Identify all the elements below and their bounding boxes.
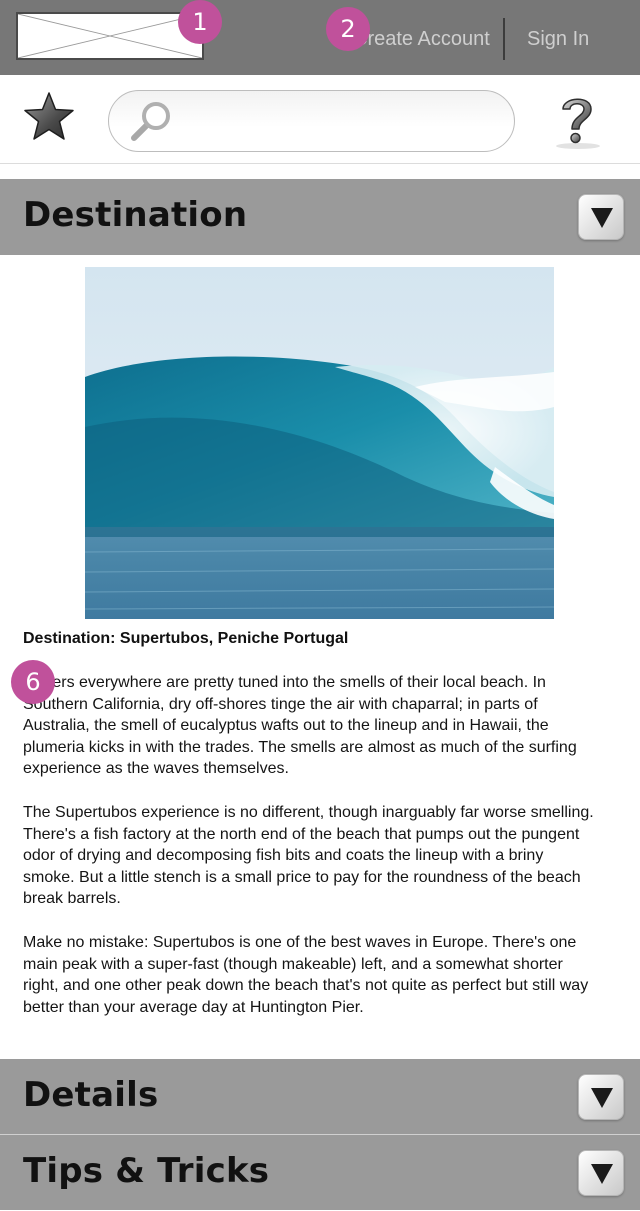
search-field[interactable]	[108, 90, 515, 152]
article-paragraph-3: Make no mistake: Supertubos is one of th…	[23, 934, 589, 1016]
destination-section-header[interactable]: Destination	[0, 179, 640, 255]
destination-toggle-triangle-down-icon[interactable]	[578, 194, 624, 240]
article-paragraph-1: Surfers everywhere are pretty tuned into…	[23, 674, 577, 778]
favorite-star-icon[interactable]	[22, 90, 76, 144]
search-magnifier-icon	[131, 102, 170, 141]
annotation-badge-2: 2	[326, 7, 370, 51]
help-question-mark-icon[interactable]	[546, 89, 606, 151]
destination-section-title: Destination	[23, 195, 248, 235]
details-section-header[interactable]: Details	[0, 1058, 640, 1134]
header-divider	[503, 18, 505, 60]
tips-toggle-triangle-down-icon[interactable]	[578, 1150, 624, 1196]
tips-section-title: Tips & Tricks	[23, 1151, 270, 1191]
create-account-link[interactable]: Create Account	[353, 26, 490, 52]
details-section-title: Details	[23, 1075, 159, 1115]
search-input[interactable]	[181, 103, 491, 139]
sign-in-link[interactable]: Sign In	[527, 26, 589, 52]
top-bar: Create Account Sign In	[0, 0, 640, 75]
tips-section-header[interactable]: Tips & Tricks	[0, 1134, 640, 1210]
details-toggle-triangle-down-icon[interactable]	[578, 1074, 624, 1120]
article-paragraph-2: The Supertubos experience is no differen…	[23, 804, 594, 908]
wave-photo	[85, 267, 554, 619]
search-row	[0, 75, 640, 164]
destination-caption: Destination: Supertubos, Peniche Portuga…	[23, 630, 349, 647]
annotation-badge-6: 6	[11, 660, 55, 704]
logo-image-placeholder-icon[interactable]	[16, 12, 204, 60]
annotation-badge-1: 1	[178, 0, 222, 44]
